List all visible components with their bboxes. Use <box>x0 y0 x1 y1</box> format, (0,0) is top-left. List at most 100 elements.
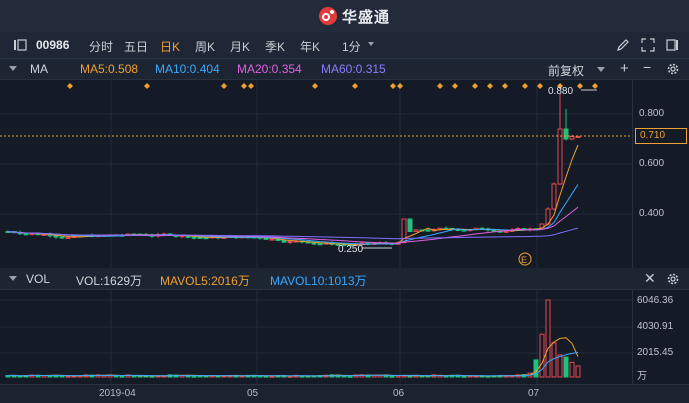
candle-body <box>317 243 323 246</box>
panel-toggle-icon[interactable] <box>664 37 680 53</box>
adjust-mode[interactable]: 前复权 <box>548 62 584 79</box>
fullscreen-icon[interactable] <box>640 37 656 53</box>
candle-body <box>311 242 317 245</box>
candle-body <box>407 218 413 232</box>
gear-icon[interactable] <box>666 272 680 286</box>
mavol5-line <box>7 337 579 377</box>
chart-toolbar: 00986 分时 五日 日K 周K 月K 季K 年K 1分 <box>0 32 689 59</box>
event-diamond <box>452 83 458 89</box>
volume-bar <box>269 375 275 378</box>
candle-body <box>425 229 431 232</box>
event-diamond <box>487 83 493 89</box>
volume-bar <box>443 375 449 378</box>
chevron-down-icon[interactable] <box>366 39 376 49</box>
mavol5-value: MAVOL5:2016万 <box>160 274 250 288</box>
draw-pencil-icon[interactable] <box>615 37 631 53</box>
candle-body <box>557 128 563 185</box>
tab-yearly-k[interactable]: 年K <box>300 38 320 55</box>
logo-icon <box>319 7 337 25</box>
current-price-label: 0.710 <box>640 130 666 141</box>
mavol10-line <box>7 352 579 377</box>
sidebar-toggle-icon[interactable] <box>12 37 28 53</box>
event-diamond <box>144 83 150 89</box>
chevron-down-icon[interactable] <box>596 66 606 74</box>
volume-bar <box>563 356 569 378</box>
volume-bar <box>407 375 413 378</box>
ma60-value: MA60:0.315 <box>321 62 386 76</box>
add-icon[interactable]: + <box>620 60 629 77</box>
collapse-icon[interactable] <box>8 65 18 73</box>
tab-weekly-k[interactable]: 周K <box>195 38 215 55</box>
candle-body <box>563 128 569 140</box>
volume-tick: 4030.91 <box>637 321 674 332</box>
candle-body <box>191 236 197 239</box>
vol-label: VOL <box>26 272 51 286</box>
app-logo: 华盛通 <box>318 6 390 26</box>
volume-chart[interactable] <box>0 290 632 384</box>
price-axis: 0.800 0.710 0.600 0.400 <box>632 80 689 268</box>
tab-quarterly-k[interactable]: 季K <box>265 38 285 55</box>
event-diamond <box>221 83 227 89</box>
volume-bar <box>569 361 575 378</box>
volume-bar <box>545 299 551 378</box>
minus-icon[interactable]: − <box>643 59 651 75</box>
x-tick: 05 <box>247 388 259 399</box>
candle-body <box>65 237 71 240</box>
ma-panel-header: MA MA5:0.508 MA10:0.404 MA20:0.354 MA60:… <box>0 59 689 80</box>
candle-body <box>551 183 557 210</box>
volume-bar <box>65 375 71 378</box>
tab-one-minute[interactable]: 1分 <box>342 38 361 55</box>
price-tick: 0.600 <box>639 158 665 169</box>
time-axis: 2019-04 05 06 07 <box>0 384 689 403</box>
kline-chart[interactable]: 0.880 0.250 E <box>0 80 632 268</box>
volume-bar <box>17 375 23 378</box>
candle-body <box>53 235 59 238</box>
volume-bar <box>149 375 155 378</box>
candle-body <box>59 236 65 239</box>
volume-tick: 6046.36 <box>637 295 674 306</box>
close-icon[interactable]: ✕ <box>644 270 656 287</box>
event-diamond <box>397 83 403 89</box>
candle-body <box>269 238 275 241</box>
x-tick: 07 <box>528 388 540 399</box>
volume-bar <box>263 375 269 378</box>
volume-bar <box>191 375 197 378</box>
volume-bar <box>119 375 125 378</box>
ma5-value: MA5:0.508 <box>80 62 139 76</box>
candle-body <box>203 237 209 240</box>
volume-bar <box>389 375 395 378</box>
candle-body <box>287 241 293 244</box>
collapse-icon[interactable] <box>8 275 18 283</box>
x-tick: 06 <box>393 388 405 399</box>
candle-body <box>569 136 575 140</box>
ma20-value: MA20:0.354 <box>237 62 302 76</box>
candle-body <box>23 233 29 236</box>
event-diamond <box>390 83 396 89</box>
brand-name: 华盛通 <box>342 8 391 26</box>
event-diamond <box>67 83 73 89</box>
tab-five-day[interactable]: 五日 <box>124 38 148 55</box>
volume-svg <box>0 290 632 384</box>
event-diamond <box>592 83 598 89</box>
candle-body <box>413 229 419 232</box>
ma20-line <box>7 206 579 244</box>
ma-label: MA <box>30 62 48 76</box>
stock-code: 00986 <box>36 38 70 52</box>
high-price-label: 0.880 <box>548 86 573 97</box>
candle-body <box>575 136 581 138</box>
event-diamond <box>502 83 508 89</box>
candle-body <box>503 230 509 233</box>
event-diamond <box>241 83 247 89</box>
tab-monthly-k[interactable]: 月K <box>230 38 250 55</box>
tab-intraday[interactable]: 分时 <box>89 38 113 55</box>
event-diamond <box>537 83 543 89</box>
vol-value: VOL:1629万 <box>76 274 143 288</box>
event-diamond <box>437 83 443 89</box>
volume-bar <box>575 365 581 378</box>
gear-icon[interactable] <box>666 62 680 76</box>
candle-body <box>281 239 287 243</box>
candle-body <box>197 236 203 239</box>
event-diamond <box>248 83 254 89</box>
ma10-value: MA10:0.404 <box>155 62 220 76</box>
tab-daily-k[interactable]: 日K <box>160 38 180 55</box>
